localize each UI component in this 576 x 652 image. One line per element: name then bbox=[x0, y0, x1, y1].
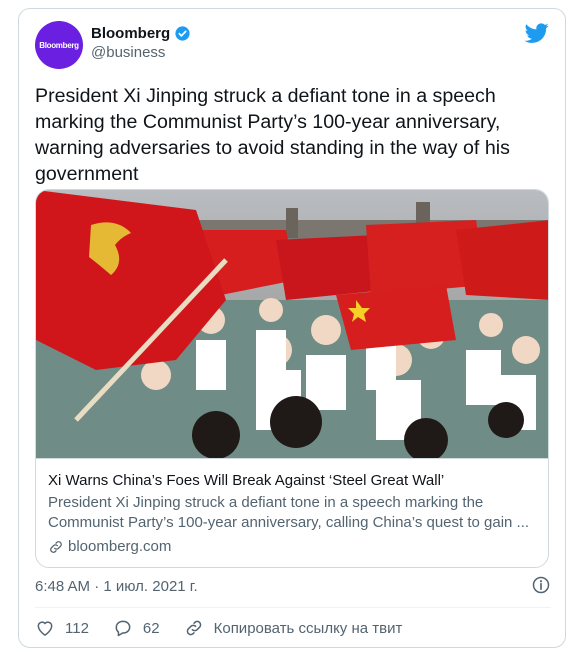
avatar[interactable]: Bloomberg bbox=[35, 21, 83, 69]
info-icon[interactable] bbox=[531, 575, 551, 595]
timestamp[interactable]: 6:48 AM · 1 июл. 2021 г. bbox=[35, 578, 198, 595]
card-domain-text: bloomberg.com bbox=[68, 538, 172, 555]
heart-icon bbox=[37, 621, 53, 636]
twitter-logo-icon[interactable] bbox=[525, 21, 549, 45]
card-body[interactable]: Xi Warns China’s Foes Will Break Against… bbox=[36, 458, 548, 567]
reply-icon bbox=[115, 620, 131, 637]
reply-button[interactable]: 62 bbox=[113, 618, 160, 638]
reply-count: 62 bbox=[142, 619, 160, 637]
copy-link-button[interactable]: Копировать ссылку на твит bbox=[184, 618, 403, 638]
tweet-card[interactable]: Bloomberg Bloomberg @business President … bbox=[18, 8, 566, 648]
card-description: President Xi Jinping struck a defiant to… bbox=[48, 494, 530, 531]
tweet-text: President Xi Jinping struck a defiant to… bbox=[35, 85, 510, 185]
verified-icon bbox=[175, 26, 190, 41]
author-names: Bloomberg @business bbox=[91, 25, 191, 61]
timestamp-row: 6:48 AM · 1 июл. 2021 г. bbox=[35, 575, 551, 599]
action-bar: 112 62 Копировать ссылку на твит bbox=[35, 617, 426, 639]
tweet-header: Bloomberg Bloomberg @business bbox=[35, 21, 549, 69]
copy-link-label: Копировать ссылку на твит bbox=[213, 619, 403, 637]
card-title[interactable]: Xi Warns China’s Foes Will Break Against… bbox=[48, 471, 538, 491]
card-domain[interactable]: bloomberg.com bbox=[48, 537, 538, 557]
link-card[interactable]: Xi Warns China’s Foes Will Break Against… bbox=[35, 189, 549, 568]
like-count: 112 bbox=[65, 619, 89, 637]
like-button[interactable]: 112 bbox=[35, 618, 89, 638]
display-name-row: Bloomberg bbox=[91, 25, 191, 42]
card-image[interactable] bbox=[36, 190, 549, 458]
avatar-label: Bloomberg bbox=[39, 40, 79, 50]
display-name[interactable]: Bloomberg bbox=[91, 25, 170, 42]
handle[interactable]: @business bbox=[91, 44, 191, 61]
actions-divider bbox=[35, 607, 551, 608]
copy-link-icon bbox=[186, 620, 201, 636]
link-icon bbox=[50, 541, 62, 553]
